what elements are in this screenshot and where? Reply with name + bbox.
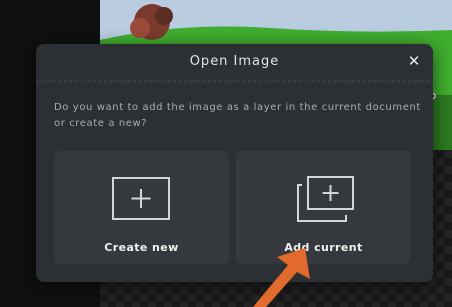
annotation-arrow-icon: [253, 248, 310, 307]
plus-square-icon: [112, 177, 170, 220]
open-image-dialog: Open Image ✕ Do you want to add the imag…: [36, 44, 433, 282]
dialog-header: Open Image ✕: [36, 44, 433, 83]
close-icon[interactable]: ✕: [405, 52, 423, 70]
dialog-question: Do you want to add the image as a layer …: [54, 102, 421, 129]
create-new-label: Create new: [104, 241, 179, 254]
dialog-title: Open Image: [189, 54, 280, 69]
create-new-button[interactable]: Create new: [54, 151, 229, 264]
layers-plus-icon: [297, 176, 354, 222]
